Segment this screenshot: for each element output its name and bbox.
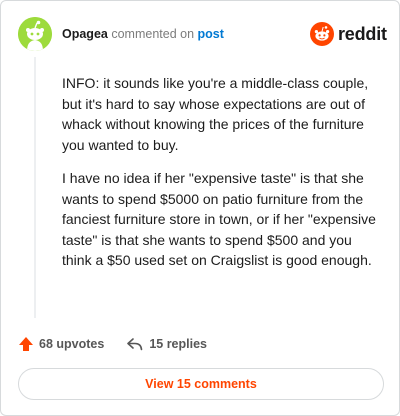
reply-group[interactable]: 15 replies: [126, 337, 207, 351]
user-avatar[interactable]: [18, 17, 52, 51]
reddit-logo-icon: [310, 22, 334, 46]
snoo-avatar-icon: [18, 17, 52, 51]
comment-paragraph: INFO: it sounds like you're a middle-cla…: [62, 75, 369, 153]
upvote-arrow-icon: [19, 337, 33, 351]
brand-name: reddit: [338, 23, 387, 44]
view-comments-button[interactable]: View 15 comments: [18, 368, 384, 400]
thread-line[interactable]: [34, 57, 36, 318]
reply-count: 15 replies: [149, 337, 207, 351]
upvote-count: 68 upvotes: [39, 337, 105, 351]
comment-footer: 68 upvotes 15 replies: [18, 333, 207, 355]
action-text: commented on: [111, 27, 195, 41]
comment-body: INFO: it sounds like you're a middle-cla…: [62, 73, 380, 284]
comment-paragraph: I have no idea if her "expensive taste" …: [62, 170, 376, 268]
reddit-brand[interactable]: reddit: [310, 22, 387, 46]
comment-header: Opagea commented on post: [62, 27, 224, 41]
comment-card: Opagea commented on post reddit INFO: it…: [0, 0, 400, 416]
username-link[interactable]: Opagea: [62, 27, 108, 41]
post-link[interactable]: post: [198, 27, 224, 41]
upvote-group[interactable]: 68 upvotes: [18, 336, 104, 352]
reply-arrow-icon: [127, 338, 143, 351]
